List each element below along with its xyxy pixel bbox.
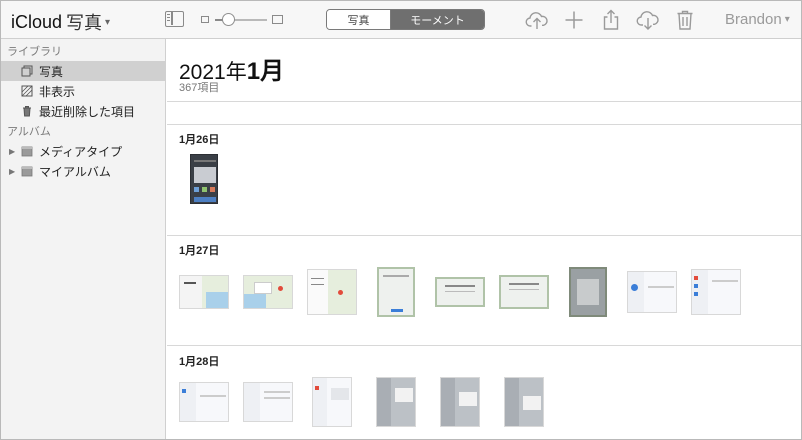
section-label: 写真	[66, 13, 103, 33]
photo-thumbnail[interactable]	[307, 377, 357, 427]
document-screenshot	[569, 267, 607, 317]
add-icon[interactable]	[562, 8, 586, 32]
sidebar-item-label: 非表示	[39, 84, 76, 99]
settings-screenshot	[691, 269, 741, 315]
photo-thumbnail[interactable]	[499, 267, 549, 317]
settings-screenshot	[376, 377, 416, 427]
folder-icon	[21, 165, 33, 177]
map-screenshot	[179, 275, 229, 309]
trash-icon[interactable]	[673, 8, 697, 32]
hidden-icon	[21, 85, 33, 97]
trash-icon	[21, 105, 33, 117]
segment-moments[interactable]: モーメント	[391, 10, 484, 29]
divider	[167, 101, 801, 102]
photo-thumbnail[interactable]	[435, 267, 485, 317]
toolbar: iCloud 写真 ▾ 写真 モーメント Brandon ▾	[1, 1, 801, 39]
day-label[interactable]: 1月26日	[179, 131, 219, 147]
photo-thumbnail[interactable]	[627, 267, 677, 317]
photo-thumbnail[interactable]	[179, 154, 229, 204]
zoom-handle[interactable]	[221, 13, 235, 26]
settings-screenshot	[627, 271, 677, 313]
disclosure-triangle-icon[interactable]: ▶	[9, 147, 17, 156]
photo-thumbnail[interactable]	[435, 377, 485, 427]
photo-thumbnail[interactable]	[307, 267, 357, 317]
app-title-menu[interactable]: iCloud 写真 ▾	[11, 9, 110, 35]
user-menu[interactable]: Brandon ▾	[725, 11, 790, 28]
zoom-slider[interactable]	[201, 12, 285, 26]
upload-icon[interactable]	[525, 8, 549, 32]
photo-thumbnail[interactable]	[243, 377, 293, 427]
settings-screenshot	[179, 382, 229, 422]
albums-header: アルバム	[7, 126, 51, 138]
settings-screenshot	[440, 377, 480, 427]
photo-thumbnail[interactable]	[371, 377, 421, 427]
divider	[167, 345, 801, 346]
day-photo-grid	[179, 267, 755, 317]
day-photo-grid	[179, 154, 243, 204]
settings-screenshot	[504, 377, 544, 427]
photos-icon	[21, 65, 33, 77]
large-image-icon	[272, 15, 283, 24]
photo-thumbnail[interactable]	[179, 377, 229, 427]
app-window: iCloud 写真 ▾ 写真 モーメント Brandon ▾ ライブラリ 写真 …	[0, 0, 802, 440]
disclosure-triangle-icon[interactable]: ▶	[9, 167, 17, 176]
chevron-down-icon: ▾	[784, 14, 790, 25]
sidebar-item-label: メディアタイプ	[39, 144, 123, 159]
phone-screenshot	[190, 154, 218, 204]
sidebar-item-my-albums[interactable]: ▶ マイアルバム	[1, 161, 165, 181]
photo-thumbnail[interactable]	[179, 267, 229, 317]
settings-screenshot	[243, 382, 293, 422]
photo-thumbnail[interactable]	[691, 267, 741, 317]
sidebar-item-media-types[interactable]: ▶ メディアタイプ	[1, 141, 165, 161]
settings-screenshot	[312, 377, 352, 427]
small-image-icon	[201, 16, 209, 23]
document-screenshot	[377, 267, 415, 317]
sidebar: ライブラリ 写真 非表示 最近削除した項目 アルバム ▶ メディアタイプ ▶ マ…	[1, 39, 166, 439]
document-screenshot	[499, 275, 549, 309]
user-name: Brandon	[725, 11, 782, 28]
sidebar-item-label: マイアルバム	[39, 164, 111, 179]
view-segmented-control[interactable]: 写真 モーメント	[326, 9, 485, 30]
sidebar-toggle-icon[interactable]	[165, 11, 184, 27]
moments-view: 2021年1月 367項目 1月26日 1月27日 1月28日	[167, 39, 801, 439]
photo-thumbnail[interactable]	[243, 267, 293, 317]
map-screenshot	[243, 275, 293, 309]
day-photo-grid	[179, 377, 563, 427]
library-header: ライブラリ	[7, 46, 62, 58]
photo-thumbnail[interactable]	[499, 377, 549, 427]
divider	[167, 124, 801, 125]
document-screenshot	[435, 277, 485, 307]
photo-thumbnail[interactable]	[371, 267, 421, 317]
item-count: 367項目	[179, 82, 220, 94]
chevron-down-icon: ▾	[105, 16, 111, 28]
sidebar-item-hidden[interactable]: 非表示	[1, 81, 165, 101]
sidebar-item-label: 写真	[39, 64, 64, 79]
sidebar-item-photos[interactable]: 写真	[1, 61, 165, 81]
photo-thumbnail[interactable]	[563, 267, 613, 317]
folder-icon	[21, 145, 33, 157]
map-screenshot	[307, 269, 357, 315]
brand-label: iCloud	[11, 11, 63, 32]
sidebar-item-recently-deleted[interactable]: 最近削除した項目	[1, 101, 165, 121]
title-month: 1月	[246, 58, 285, 85]
day-label[interactable]: 1月28日	[179, 353, 219, 369]
segment-photos[interactable]: 写真	[327, 10, 391, 29]
download-icon[interactable]	[636, 8, 660, 32]
share-icon[interactable]	[599, 8, 623, 32]
divider	[167, 235, 801, 236]
sidebar-item-label: 最近削除した項目	[39, 104, 136, 119]
day-label[interactable]: 1月27日	[179, 242, 219, 258]
